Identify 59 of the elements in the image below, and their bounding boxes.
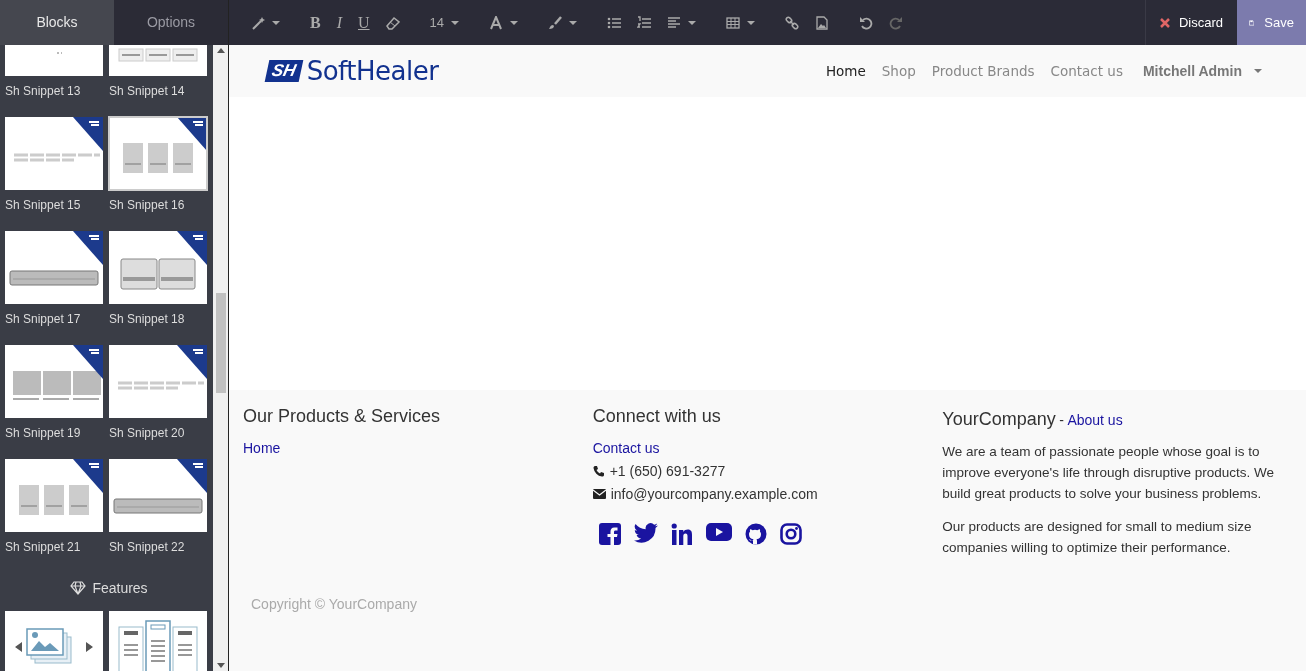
footer-link[interactable]: Contact us bbox=[592, 437, 660, 459]
footer-heading: Our Products & Services bbox=[243, 406, 442, 428]
copyright-text: Copyright © YourCompany bbox=[250, 595, 418, 614]
italic-button[interactable]: I bbox=[328, 0, 350, 45]
nav-link[interactable]: Home bbox=[817, 60, 874, 82]
underline-button[interactable]: U bbox=[350, 0, 378, 45]
about-paragraph: We are a team of passionate people whose goal is to improve everyone's life through disruptive products. We build great products to solve your business problems. bbox=[942, 443, 1276, 503]
snippet-thumbnail[interactable] bbox=[109, 459, 207, 532]
bold-button[interactable]: B bbox=[302, 0, 329, 45]
snippet-thumbnail[interactable] bbox=[5, 611, 103, 671]
snippet-label: Sh Snippet 22 bbox=[109, 539, 186, 556]
snippet-thumbnail[interactable] bbox=[5, 345, 103, 418]
save-button[interactable]: Save bbox=[1237, 0, 1306, 45]
snippet-label: Sh Snippet 17 bbox=[5, 311, 82, 328]
close-icon bbox=[1159, 17, 1170, 28]
font-size-dropdown[interactable]: 14 bbox=[421, 0, 468, 45]
scrollbar-thumb[interactable] bbox=[215, 293, 226, 393]
logo-name[interactable]: SoftHealer bbox=[306, 51, 439, 91]
phone-number: +1 (650) 691-3277 bbox=[609, 461, 726, 481]
envelope-icon bbox=[592, 489, 606, 500]
scroll-down-icon[interactable] bbox=[216, 663, 225, 668]
snippet-thumbnail[interactable] bbox=[5, 231, 103, 304]
snippet-thumbnail[interactable] bbox=[109, 345, 207, 418]
github-icon[interactable] bbox=[744, 522, 767, 545]
snippet-label: Sh Snippet 21 bbox=[5, 539, 82, 556]
sidebar-tab[interactable]: Blocks bbox=[0, 0, 114, 45]
instagram-icon[interactable] bbox=[779, 522, 802, 545]
footer-heading: Connect with us bbox=[592, 406, 722, 428]
linkedin-icon[interactable] bbox=[670, 522, 693, 545]
snippet-label: Sh Snippet 20 bbox=[109, 425, 186, 442]
snippet-thumbnail[interactable] bbox=[109, 611, 207, 671]
twitter-icon[interactable] bbox=[633, 522, 658, 543]
snippet-thumbnail[interactable] bbox=[5, 459, 103, 532]
snippet-label: Sh Snippet 14 bbox=[109, 83, 186, 100]
scroll-up-icon[interactable] bbox=[216, 48, 225, 53]
snippet-label: Sh Snippet 15 bbox=[5, 197, 82, 214]
facebook-icon[interactable] bbox=[598, 522, 621, 545]
logo-mark[interactable]: SH bbox=[264, 60, 303, 82]
footer-link[interactable]: Home bbox=[243, 437, 281, 459]
phone-icon bbox=[592, 465, 605, 478]
snippet-label: Sh Snippet 13 bbox=[5, 83, 82, 100]
section-title: Features bbox=[92, 578, 148, 598]
about-paragraph: Our products are designed for small to medium size companies willing to optimize their performance. bbox=[942, 518, 1253, 557]
snippet-thumbnail[interactable] bbox=[5, 117, 103, 190]
snippet-label: Sh Snippet 18 bbox=[109, 311, 186, 328]
youtube-icon[interactable] bbox=[705, 522, 732, 541]
nav-link[interactable]: Contact us bbox=[1042, 60, 1131, 82]
snippet-thumbnail[interactable] bbox=[109, 231, 207, 304]
diamond-icon bbox=[70, 581, 87, 595]
snippet-thumbnail[interactable] bbox=[109, 117, 207, 190]
separator-text: - bbox=[1059, 411, 1064, 430]
footer-heading: YourCompany bbox=[942, 408, 1056, 431]
snippet-label: Sh Snippet 19 bbox=[5, 425, 82, 442]
email-address: info@yourcompany.example.com bbox=[610, 484, 818, 504]
footer-link[interactable]: About us bbox=[1067, 410, 1123, 431]
nav-link[interactable]: Product Brands bbox=[923, 60, 1043, 82]
nav-link[interactable]: Shop bbox=[873, 60, 924, 82]
user-menu[interactable]: Mitchell Admin bbox=[1134, 50, 1270, 92]
snippet-label: Sh Snippet 16 bbox=[109, 197, 186, 214]
